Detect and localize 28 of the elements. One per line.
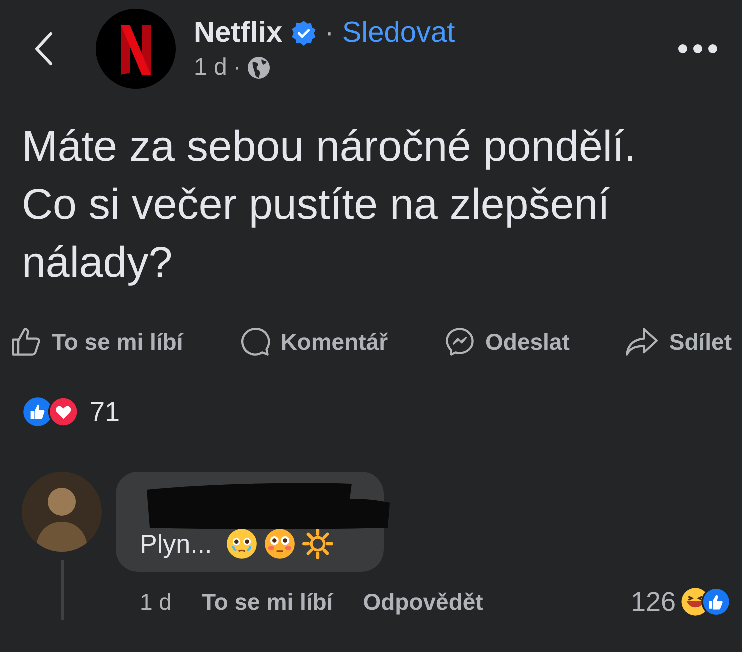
share-button[interactable]: Sdílet — [625, 326, 732, 358]
thumbs-up-icon — [10, 326, 42, 358]
author-name[interactable]: Netflix — [194, 16, 283, 50]
send-button[interactable]: Odeslat — [444, 326, 570, 358]
globe-icon — [247, 56, 272, 80]
more-options-icon[interactable] — [678, 44, 718, 54]
follow-link[interactable]: Sledovat — [342, 16, 456, 50]
like-button[interactable]: To se mi líbí — [10, 326, 184, 358]
comment-time: 1 d — [140, 588, 172, 616]
profile-logo-icon[interactable] — [96, 9, 176, 89]
teary-face-emoji-icon — [226, 528, 258, 560]
post-time: 1 d — [194, 54, 228, 82]
flushed-face-emoji-icon — [264, 528, 296, 560]
separator: · — [233, 54, 242, 82]
comment-text: Plyn... — [140, 528, 212, 560]
reaction-count[interactable]: 71 — [90, 396, 120, 428]
post-text: Máte za sebou náročné pondělí. Co si večer pustíte na zlepšení nálady? — [22, 122, 638, 289]
speech-bubble-icon — [238, 326, 271, 358]
messenger-icon — [444, 326, 476, 358]
separator: · — [324, 16, 334, 50]
comment-reaction-count[interactable]: 126 — [630, 586, 676, 618]
comment-button[interactable]: Komentář — [238, 326, 388, 358]
back-icon[interactable] — [34, 31, 54, 67]
share-arrow-icon — [625, 326, 660, 358]
reply-link[interactable]: Odpovědět — [363, 588, 484, 616]
like-link[interactable]: To se mi líbí — [202, 588, 334, 616]
sun-emoji-icon — [302, 528, 334, 560]
reaction-icons-icon[interactable] — [680, 586, 732, 618]
